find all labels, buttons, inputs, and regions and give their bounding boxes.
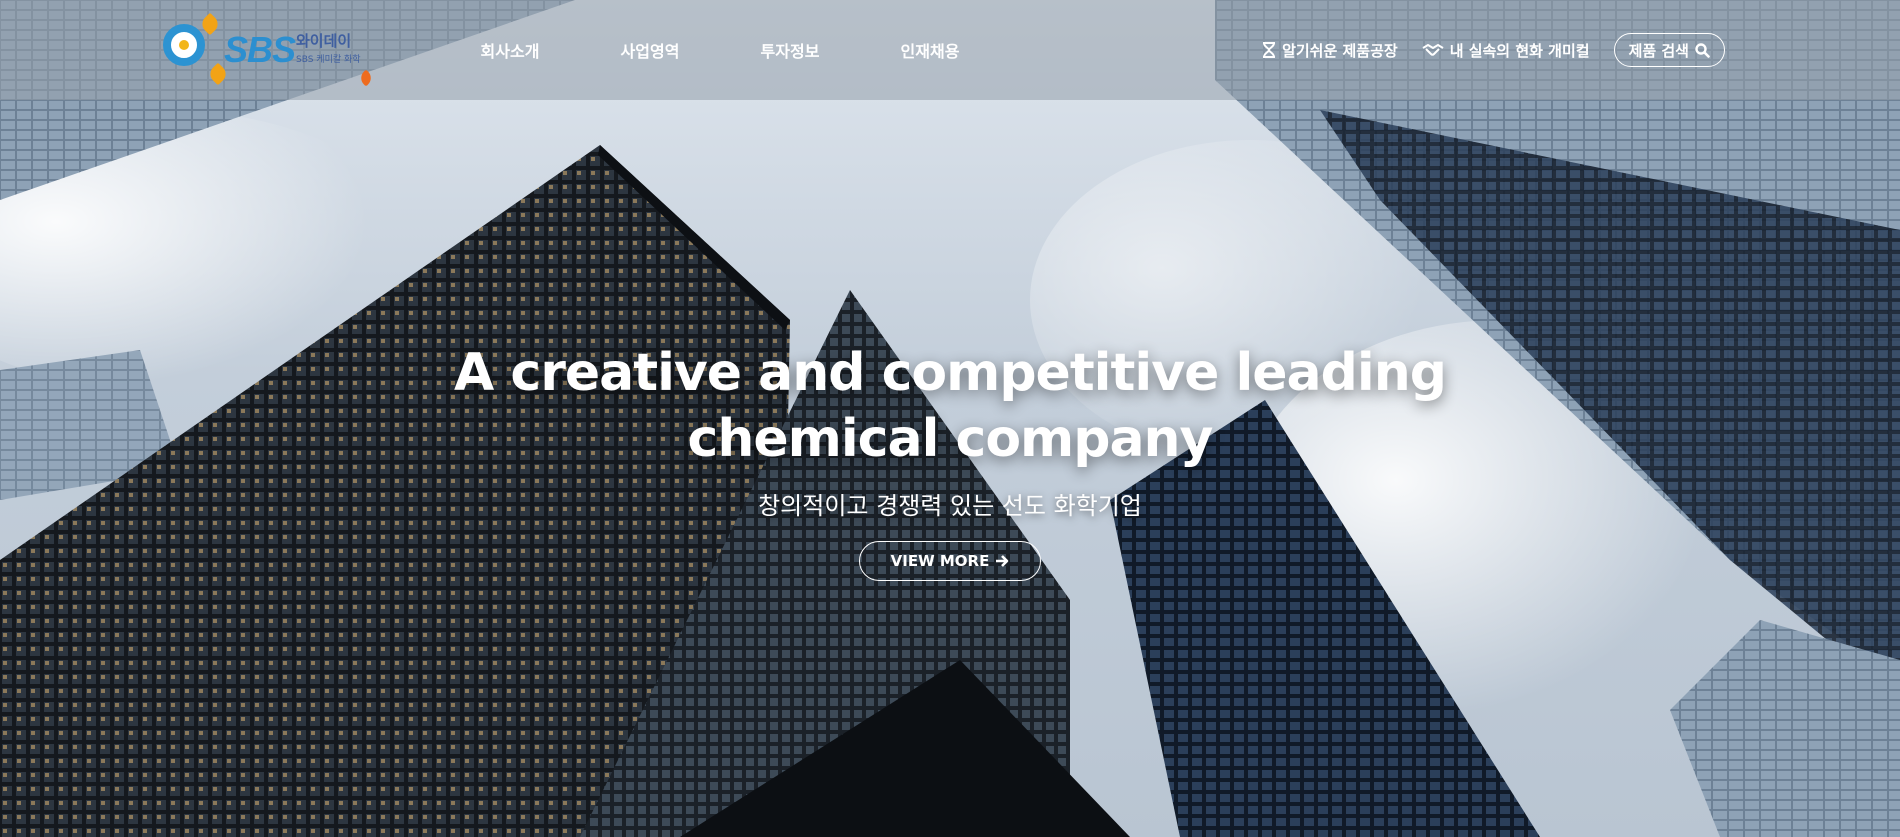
hero-section: A creative and competitive leading chemi… (0, 340, 1900, 581)
product-search-button[interactable]: 제품 검색 (1613, 33, 1725, 67)
logo-ring-icon (163, 24, 205, 66)
company-logo[interactable]: SBS 와이데이 SBS 케미칼 화학 (160, 12, 380, 94)
factory-link[interactable]: 알기쉬운 제품공장 (1262, 40, 1398, 61)
hourglass-icon (1263, 42, 1276, 58)
product-search-label: 제품 검색 (1628, 41, 1689, 60)
chemical-link[interactable]: 내 실속의 현화 개미컬 (1422, 40, 1590, 61)
logo-leaf-icon (198, 12, 222, 36)
nav-item-careers[interactable]: 인재채용 (860, 38, 1000, 62)
factory-link-label: 알기쉬운 제품공장 (1282, 41, 1398, 60)
view-more-button[interactable]: VIEW MORE (859, 541, 1041, 581)
hero-title-line2: chemical company (687, 409, 1214, 469)
view-more-label: VIEW MORE (890, 552, 990, 570)
logo-korean-name: 와이데이 (296, 32, 352, 50)
hero-subtitle: 창의적이고 경쟁력 있는 선도 화학기업 (758, 492, 1142, 520)
logo-subtitle: SBS 케미칼 화학 (296, 55, 361, 65)
logo-wordmark: SBS (224, 29, 296, 70)
hero-title: A creative and competitive leading chemi… (0, 340, 1900, 472)
main-navigation: 회사소개 사업영역 투자정보 인재채용 (440, 0, 1000, 100)
nav-item-investor[interactable]: 투자정보 (720, 38, 860, 62)
handshake-icon (1422, 44, 1444, 56)
chemical-link-label: 내 실속의 현화 개미컬 (1449, 41, 1590, 60)
nav-item-business[interactable]: 사업영역 (580, 38, 720, 62)
hero-title-line1: A creative and competitive leading (454, 343, 1447, 403)
search-icon (1695, 42, 1710, 58)
arrow-right-icon (996, 555, 1009, 567)
site-header: SBS 와이데이 SBS 케미칼 화학 회사소개 사업영역 투자정보 인재채용 … (0, 0, 1900, 100)
nav-item-company[interactable]: 회사소개 (440, 38, 580, 62)
logo-leaf-icon (357, 69, 375, 87)
utility-links: 알기쉬운 제품공장 내 실속의 현화 개미컬 제품 검색 (1262, 0, 1725, 100)
